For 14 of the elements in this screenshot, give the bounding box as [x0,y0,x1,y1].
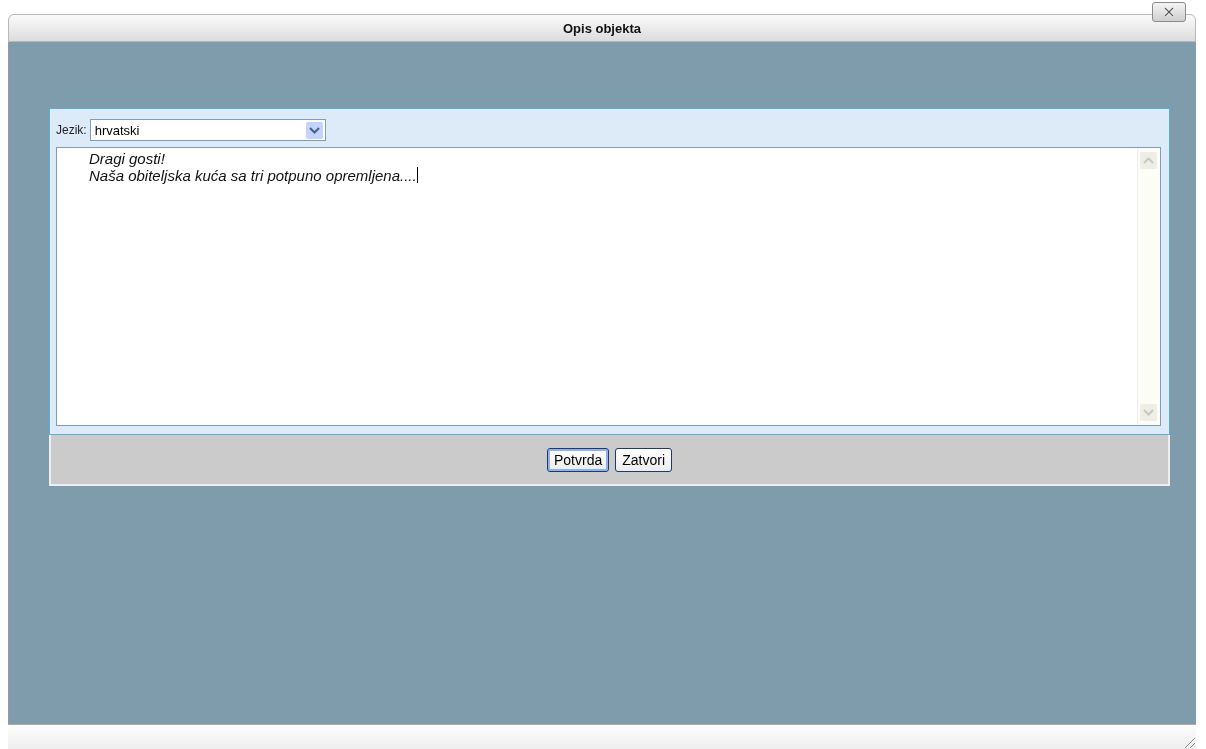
confirm-button[interactable]: Potvrda [546,447,610,472]
text-cursor [416,167,418,183]
close-icon [1164,7,1174,17]
close-button[interactable] [1152,2,1186,22]
description-field[interactable]: Dragi gosti! Naša obiteljska kuća sa tri potpuno opremljena.... [56,147,1161,426]
language-label: Jezik: [56,123,87,137]
window-title: Opis objekta [563,20,641,36]
scroll-down-icon[interactable] [1140,404,1157,421]
resize-grip-icon[interactable] [1182,735,1196,749]
scroll-up-icon[interactable] [1140,152,1157,169]
language-select[interactable]: hrvatski [89,119,326,141]
close-dialog-button[interactable]: Zatvori [615,447,672,472]
chevron-down-icon [305,121,323,139]
scrollbar[interactable] [1137,148,1160,425]
